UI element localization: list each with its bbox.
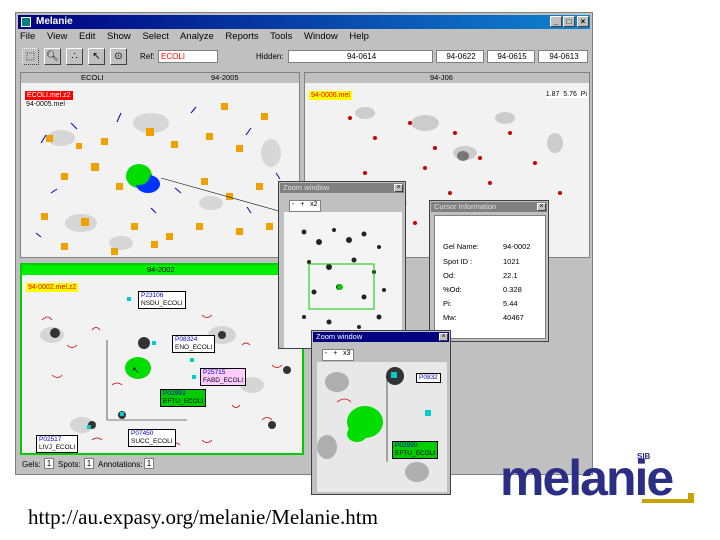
zoom-in-button[interactable]: +: [333, 350, 337, 357]
menu-analyze[interactable]: Analyze: [180, 31, 214, 42]
menu-view[interactable]: View: [47, 31, 67, 42]
window-title: Melanie: [36, 16, 73, 27]
annotations-count-label: Annotations:: [98, 460, 143, 469]
zoom-out-button[interactable]: -: [325, 350, 327, 357]
coordinate-readout: 1.87 5.76 Pi: [545, 91, 587, 98]
gel-panel-header: 94-2002: [22, 265, 302, 275]
minimize-button[interactable]: _: [550, 16, 562, 27]
gel-panel-header: ECOLI 94-2005: [21, 73, 299, 83]
zoom-in-button[interactable]: +: [300, 201, 304, 208]
melanie-logo: melanie SIB: [492, 437, 714, 517]
cursor-info-row: %Od: 0.328: [443, 285, 522, 294]
zoom-factor[interactable]: x2: [310, 201, 317, 208]
gel-label: 94-0006.mel: [309, 91, 352, 100]
menu-reports[interactable]: Reports: [225, 31, 258, 42]
menu-show[interactable]: Show: [107, 31, 131, 42]
zoom-window-1[interactable]: Zoom window × - + x2: [278, 181, 406, 349]
gel-label-primary: ECOLI.mel.z2: [25, 91, 73, 100]
close-icon[interactable]: ×: [439, 333, 448, 341]
cursor-information-title[interactable]: Cursor Information ×: [431, 202, 547, 212]
menu-tools[interactable]: Tools: [270, 31, 292, 42]
cursor-info-row: Spot ID :1021: [443, 257, 520, 266]
annotation-P0832[interactable]: P0832: [416, 373, 441, 383]
gel-panel-ecoli[interactable]: ECOLI 94-2005 ECOLI.mel.z2 94-0005.mel: [20, 72, 300, 258]
spots-count-label: Spots:: [58, 460, 81, 469]
pointer-tool-icon[interactable]: ↖: [88, 48, 105, 65]
hidden-label: Hidden:: [256, 52, 284, 61]
gels-count: 1: [44, 458, 54, 469]
annotation-P02517[interactable]: P02517 LIVJ_ECOLI: [36, 435, 79, 453]
url-caption: http://au.expasy.org/melanie/Melanie.htm: [28, 505, 378, 529]
zoom-factor[interactable]: x3: [343, 350, 350, 357]
menu-help[interactable]: Help: [349, 31, 369, 42]
select-tool-icon[interactable]: ⬚: [22, 48, 39, 65]
menu-edit[interactable]: Edit: [79, 31, 95, 42]
gel-tab-94-0622[interactable]: 94-0622: [436, 50, 484, 63]
gel-tab-94-2002[interactable]: 94-2002: [147, 265, 175, 275]
gel-label-secondary: 94-0005.mel: [25, 101, 66, 108]
annotation-P07450[interactable]: P07450 SUCC_ECOLI: [128, 429, 176, 447]
ref-field[interactable]: ECOLI: [158, 50, 218, 63]
annotation-P02993[interactable]: P02993 EFTU_ECOLI: [160, 389, 207, 407]
gel-tab-ecoli[interactable]: ECOLI: [81, 73, 104, 83]
menu-file[interactable]: File: [20, 31, 35, 42]
svg-text:↖: ↖: [132, 366, 140, 376]
zoom-tool-icon[interactable]: 🔍︎: [44, 48, 61, 65]
title-bar[interactable]: Melanie _ □ ×: [18, 15, 590, 29]
melanie-logo-graphic: melanie SIB: [500, 450, 694, 506]
annotation-P25715[interactable]: P25715 FABD_ECOLI: [200, 368, 247, 386]
toolbar: ⬚ 🔍︎ ∴ ↖ ⊙ Ref: ECOLI Hidden: 94-0614 94…: [20, 46, 588, 68]
hidden-gel-field[interactable]: 94-0614: [288, 50, 433, 63]
close-icon[interactable]: ×: [537, 203, 546, 211]
gel-panel-header: 94-J06: [305, 73, 589, 83]
zoom-window-2-title[interactable]: Zoom window ×: [313, 332, 449, 342]
spot-tool-icon[interactable]: ⊙: [110, 48, 127, 65]
maximize-button[interactable]: □: [563, 16, 575, 27]
gel-tab-94-2005[interactable]: 94-2005: [211, 73, 239, 83]
cursor-info-row: Mw: 40467: [443, 313, 524, 322]
lasso-tool-icon[interactable]: ∴: [66, 48, 83, 65]
annotations-count: 1: [144, 458, 154, 469]
gel-tab-94-j06[interactable]: 94-J06: [430, 73, 453, 83]
gel-panel-94-2002[interactable]: 94-2002 ↖ 94-0002.mel.z2 P23106 NSDU_ECO…: [20, 263, 304, 455]
annotation-P08324[interactable]: P08324 ENO_ECOLI: [172, 335, 216, 353]
zoom-window-1-title[interactable]: Zoom window ×: [280, 183, 404, 193]
zoom-window-2[interactable]: Zoom window × - + x3 P0832 P02990 EFTU_E…: [311, 330, 451, 495]
cursor-info-row: Od: 22.1: [443, 271, 518, 280]
gels-count-label: Gels:: [22, 460, 41, 469]
cursor-information-window[interactable]: Cursor Information × Gel Name: 94-0002 Sp…: [429, 200, 549, 342]
spots-count: 1: [84, 458, 94, 469]
menu-window[interactable]: Window: [304, 31, 338, 42]
gel-label: 94-0002.mel.z2: [26, 283, 79, 292]
menu-bar: File View Edit Show Select Analyze Repor…: [20, 31, 378, 44]
cursor-info-row: Gel Name: 94-0002: [443, 242, 531, 251]
ref-label: Ref:: [140, 52, 155, 61]
logo-badge: SIB: [637, 452, 651, 461]
gel-tab-94-0613[interactable]: 94-0613: [538, 50, 588, 63]
zoom-2-controls: - + x3: [322, 349, 354, 361]
gel-tab-94-0615[interactable]: 94-0615: [487, 50, 535, 63]
menu-select[interactable]: Select: [142, 31, 168, 42]
annotation-P02990[interactable]: P02990 EFTU_ECOLI: [392, 441, 439, 459]
zoom-1-controls: - + x2: [289, 200, 321, 212]
close-icon[interactable]: ×: [394, 184, 403, 192]
annotation-P23106[interactable]: P23106 NSDU_ECOLI: [138, 291, 186, 309]
close-button[interactable]: ×: [577, 16, 589, 27]
cursor-info-row: Pi: 5.44: [443, 299, 518, 308]
app-icon: [21, 17, 31, 27]
zoom-1-image[interactable]: [284, 212, 402, 348]
gel-image-ecoli[interactable]: [21, 83, 300, 258]
zoom-out-button[interactable]: -: [292, 201, 294, 208]
cursor-information-body: Gel Name: 94-0002 Spot ID :1021 Od: 22.1 %…: [434, 215, 546, 339]
